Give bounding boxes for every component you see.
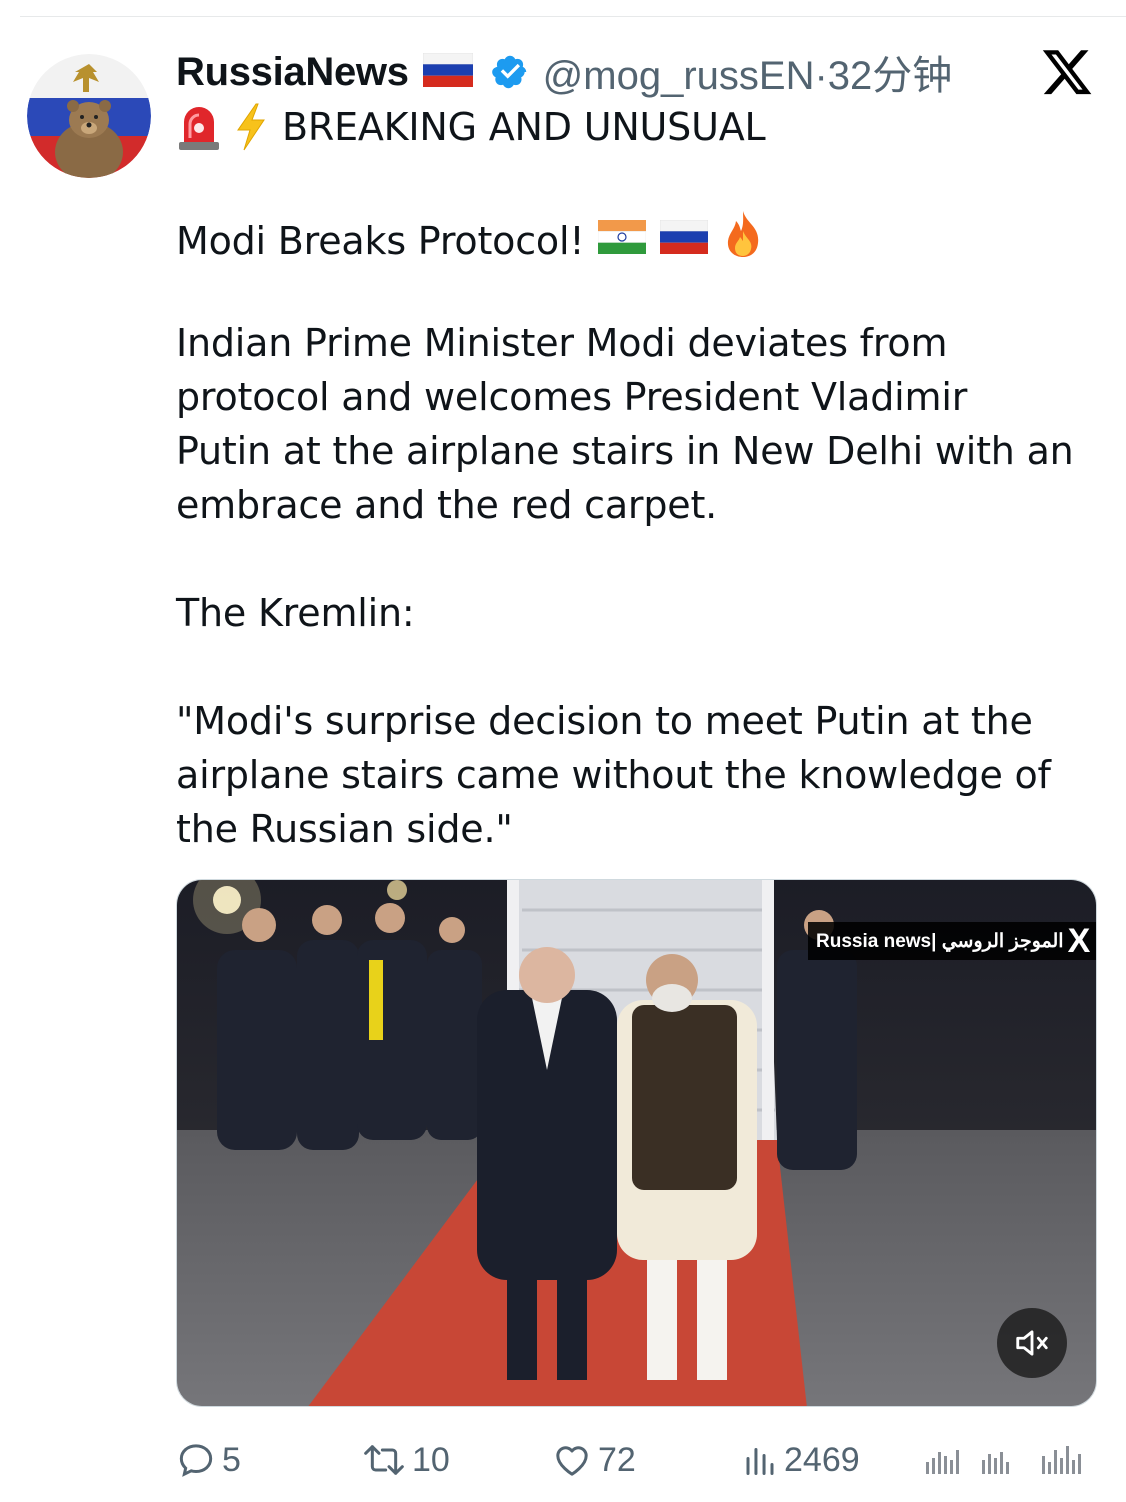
retweet-button[interactable]: 10: [362, 1432, 450, 1488]
reply-icon: [179, 1444, 213, 1477]
mute-button[interactable]: [997, 1308, 1067, 1378]
bookmark-share-buttons[interactable]: [922, 1432, 1108, 1488]
watermark-text: Russia news| الموجز الروسي: [816, 930, 1064, 952]
reply-count: 5: [222, 1440, 241, 1479]
body-line-1: Indian Prime Minister Modi deviates from: [176, 321, 948, 365]
action-bar: 5 10 72 2469: [176, 1432, 1106, 1488]
handle[interactable]: @mog_russEN·32分钟: [543, 43, 953, 101]
views-button[interactable]: 2469: [742, 1432, 860, 1488]
retweet-icon: [364, 1445, 404, 1475]
views-chart-icon: [746, 1448, 774, 1475]
headline-text: Modi Breaks Protocol!: [176, 219, 585, 263]
police-siren-icon: [176, 102, 222, 152]
like-count: 72: [598, 1440, 636, 1479]
retweet-count: 10: [412, 1440, 450, 1479]
video-watermark: Russia news| الموجز الروسي X: [808, 922, 1096, 960]
reply-button[interactable]: 5: [176, 1432, 241, 1488]
breaking-text: BREAKING AND UNUSUAL: [282, 105, 766, 149]
headline-line: Modi Breaks Protocol!: [176, 209, 764, 273]
lightning-bolt-icon: [232, 102, 268, 152]
heart-icon: [556, 1446, 588, 1476]
top-divider: [20, 16, 1126, 17]
body-line-4: embrace and the red carpet.: [176, 483, 718, 527]
breaking-line: BREAKING AND UNUSUAL: [176, 100, 766, 154]
russia-flag-icon: [660, 214, 709, 268]
views-count: 2469: [784, 1440, 860, 1479]
fire-icon: [722, 209, 764, 273]
volume-muted-icon: [1016, 1330, 1048, 1356]
india-flag-icon: [598, 214, 647, 268]
quote-line-2: airplane stairs came without the knowled…: [176, 753, 1051, 797]
body-line-2: protocol and welcomes President Vladimir: [176, 375, 968, 419]
avatar[interactable]: [27, 54, 151, 178]
tweet-page: RussiaNews @mog_russEN·32分钟 BREAKING AND…: [0, 0, 1126, 1502]
russia-flag-icon: [422, 52, 473, 91]
verified-badge-icon: [491, 53, 529, 91]
video-player[interactable]: Russia news| الموجز الروسي X: [176, 879, 1097, 1407]
kremlin-label: The Kremlin:: [176, 591, 415, 635]
like-button[interactable]: 72: [552, 1432, 636, 1488]
timestamp[interactable]: 32分钟: [828, 54, 953, 98]
display-name[interactable]: RussiaNews: [176, 50, 409, 95]
quote-line-1: "Modi's surprise decision to meet Putin …: [176, 699, 1033, 743]
tweet-header: RussiaNews @mog_russEN·32分钟: [176, 43, 953, 101]
body-line-3: Putin at the airplane stairs in New Delh…: [176, 429, 1074, 473]
bookmark-share-icons: [926, 1446, 1081, 1474]
quote-line-3: the Russian side.": [176, 807, 513, 851]
x-logo-icon[interactable]: [1040, 50, 1094, 100]
watermark-x-logo: X: [1067, 922, 1091, 960]
